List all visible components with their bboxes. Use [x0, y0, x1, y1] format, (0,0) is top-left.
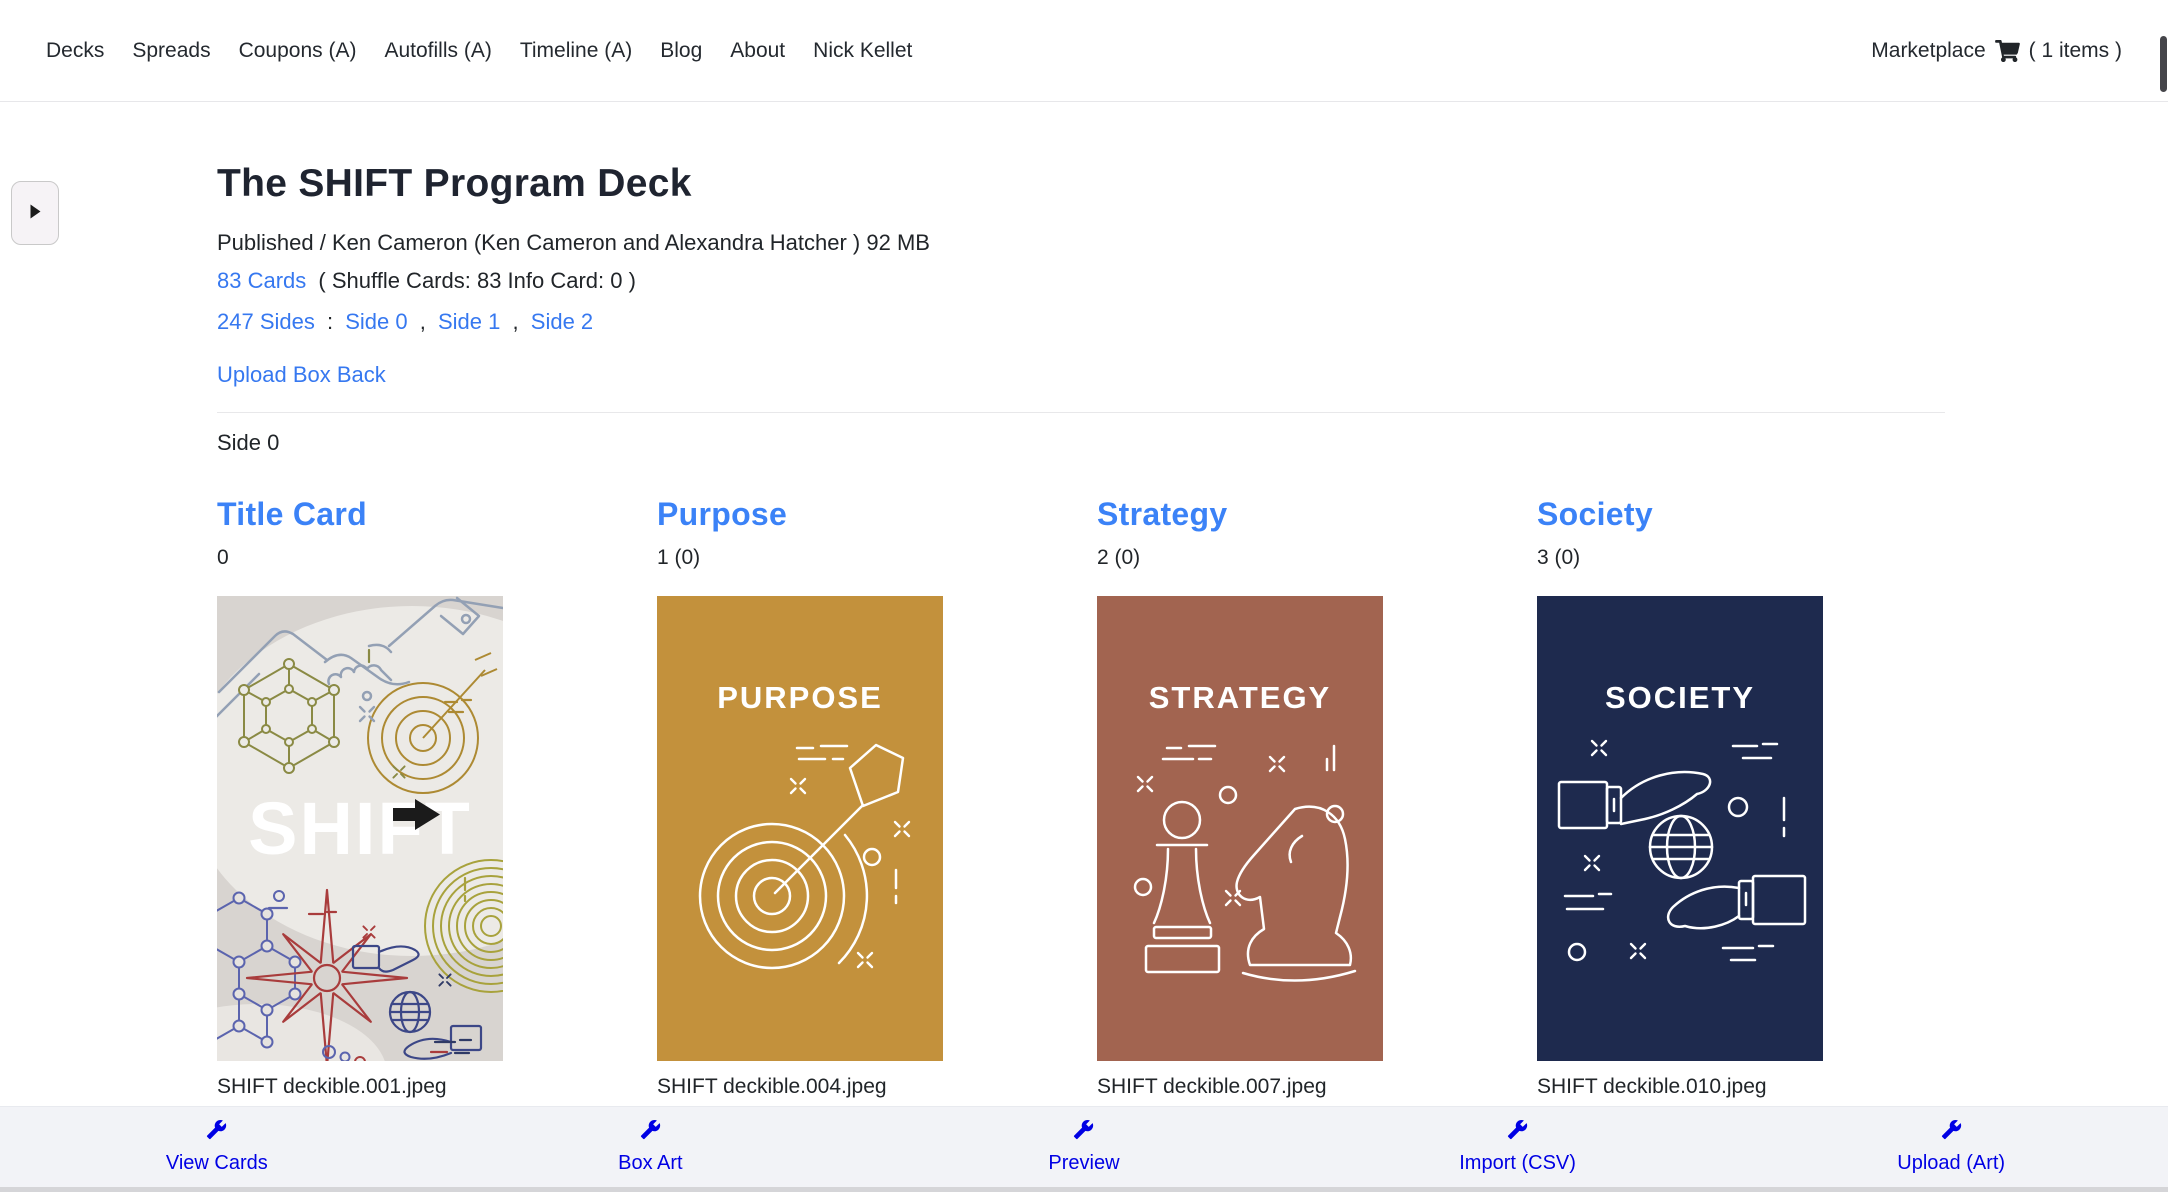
card-title-link[interactable]: Purpose — [657, 496, 943, 533]
main-content: The SHIFT Program Deck Published / Ken C… — [0, 102, 2168, 1099]
vertical-scrollbar-thumb[interactable] — [2160, 36, 2167, 92]
nav-item-about[interactable]: About — [730, 39, 785, 63]
wrench-icon — [1073, 1119, 1094, 1145]
page: Decks Spreads Coupons (A) Autofills (A) … — [0, 0, 2168, 1192]
tool-label: View Cards — [165, 1152, 268, 1174]
nav-item-autofills[interactable]: Autofills (A) — [384, 39, 491, 63]
chevron-right-icon — [29, 203, 42, 223]
svg-text:STRATEGY: STRATEGY — [1149, 680, 1332, 715]
svg-text:SHIFT: SHIFT — [248, 787, 472, 870]
preview-button[interactable]: Preview — [867, 1119, 1301, 1175]
card-column-strategy: Strategy 2 (0) STRATEGY SHIFT deckible.0… — [1097, 496, 1383, 1099]
nav-item-blog[interactable]: Blog — [660, 39, 702, 63]
nav-item-coupons[interactable]: Coupons (A) — [239, 39, 357, 63]
side-2-link[interactable]: Side 2 — [531, 309, 593, 334]
card-title-link[interactable]: Strategy — [1097, 496, 1383, 533]
upload-box-back-link[interactable]: Upload Box Back — [217, 362, 386, 387]
tool-label: Upload (Art) — [1897, 1152, 2006, 1174]
marketplace-link[interactable]: Marketplace ( 1 items ) — [1871, 39, 2122, 63]
tool-label: Box Art — [618, 1152, 683, 1174]
card-image[interactable]: PURPOSE — [657, 596, 943, 1061]
tool-label: Preview — [1048, 1152, 1120, 1174]
wrench-icon — [1941, 1119, 1962, 1145]
sides-summary-line: 247 Sides : Side 0 , Side 1 , Side 2 — [217, 305, 1945, 338]
separator: , — [419, 309, 426, 334]
separator: , — [512, 309, 519, 334]
nav-item-decks[interactable]: Decks — [46, 39, 104, 63]
box-art-button[interactable]: Box Art — [434, 1119, 868, 1175]
card-title-link[interactable]: Title Card — [217, 496, 503, 533]
svg-text:SOCIETY: SOCIETY — [1605, 680, 1755, 715]
card-filename: SHIFT deckible.004.jpeg — [657, 1075, 887, 1098]
deck-title: The SHIFT Program Deck — [217, 162, 692, 205]
card-column-purpose: Purpose 1 (0) PURPOSE SHIFT deckible.004… — [657, 496, 943, 1099]
wrench-icon — [640, 1119, 661, 1145]
sidebar-expand-button[interactable] — [11, 181, 59, 245]
card-image[interactable]: STRATEGY — [1097, 596, 1383, 1061]
bottom-toolbar: View Cards Box Art Preview Import (CSV) … — [0, 1106, 2168, 1192]
card-filename: SHIFT deckible.007.jpeg — [1097, 1075, 1327, 1098]
import-csv-button[interactable]: Import (CSV) — [1301, 1119, 1735, 1175]
tool-label: Import (CSV) — [1459, 1152, 1576, 1174]
card-count: 3 (0) — [1537, 546, 1581, 569]
divider — [217, 412, 1945, 413]
deck-meta: Published / Ken Cameron (Ken Cameron and… — [217, 230, 930, 255]
wrench-icon — [1507, 1119, 1528, 1145]
cards-summary-line: 83 Cards ( Shuffle Cards: 83 Info Card: … — [217, 264, 1945, 297]
wrench-icon — [206, 1119, 227, 1145]
marketplace-label: Marketplace — [1871, 38, 1986, 62]
nav-menu: Decks Spreads Coupons (A) Autofills (A) … — [46, 39, 912, 63]
side-0-link[interactable]: Side 0 — [345, 309, 407, 334]
card-column-society: Society 3 (0) SOCIETY SHIFT deckible.010… — [1537, 496, 1823, 1099]
sides-count-link[interactable]: 247 Sides — [217, 309, 315, 334]
card-filename: SHIFT deckible.001.jpeg — [217, 1075, 447, 1098]
cards-detail: ( Shuffle Cards: 83 Info Card: 0 ) — [318, 268, 636, 293]
card-image[interactable]: SOCIETY — [1537, 596, 1823, 1061]
card-column-title-card: Title Card 0 SHIFT SHIFT deckible.001.jp… — [217, 496, 503, 1099]
side-1-link[interactable]: Side 1 — [438, 309, 500, 334]
nav-item-spreads[interactable]: Spreads — [132, 39, 210, 63]
cards-count-link[interactable]: 83 Cards — [217, 268, 306, 293]
upload-box-back-line: Upload Box Back — [217, 362, 1945, 388]
top-navbar: Decks Spreads Coupons (A) Autofills (A) … — [0, 0, 2168, 102]
card-count: 2 (0) — [1097, 546, 1141, 569]
nav-item-user[interactable]: Nick Kellet — [813, 39, 912, 63]
svg-text:PURPOSE: PURPOSE — [717, 680, 883, 715]
cart-items-count: ( 1 items ) — [2028, 38, 2122, 62]
window-bottom-edge — [0, 1187, 2168, 1192]
card-count: 0 — [217, 546, 229, 569]
card-grid: Title Card 0 SHIFT SHIFT deckible.001.jp… — [217, 496, 1945, 1099]
shopping-cart-icon[interactable] — [1994, 39, 2020, 62]
card-filename: SHIFT deckible.010.jpeg — [1537, 1075, 1767, 1098]
view-cards-button[interactable]: View Cards — [0, 1119, 434, 1175]
nav-item-timeline[interactable]: Timeline (A) — [520, 39, 632, 63]
side-section-label: Side 0 — [217, 430, 280, 455]
separator: : — [326, 309, 334, 334]
card-count: 1 (0) — [657, 546, 701, 569]
card-image[interactable]: SHIFT — [217, 596, 503, 1061]
card-title-link[interactable]: Society — [1537, 496, 1823, 533]
upload-art-button[interactable]: Upload (Art) — [1734, 1119, 2168, 1175]
